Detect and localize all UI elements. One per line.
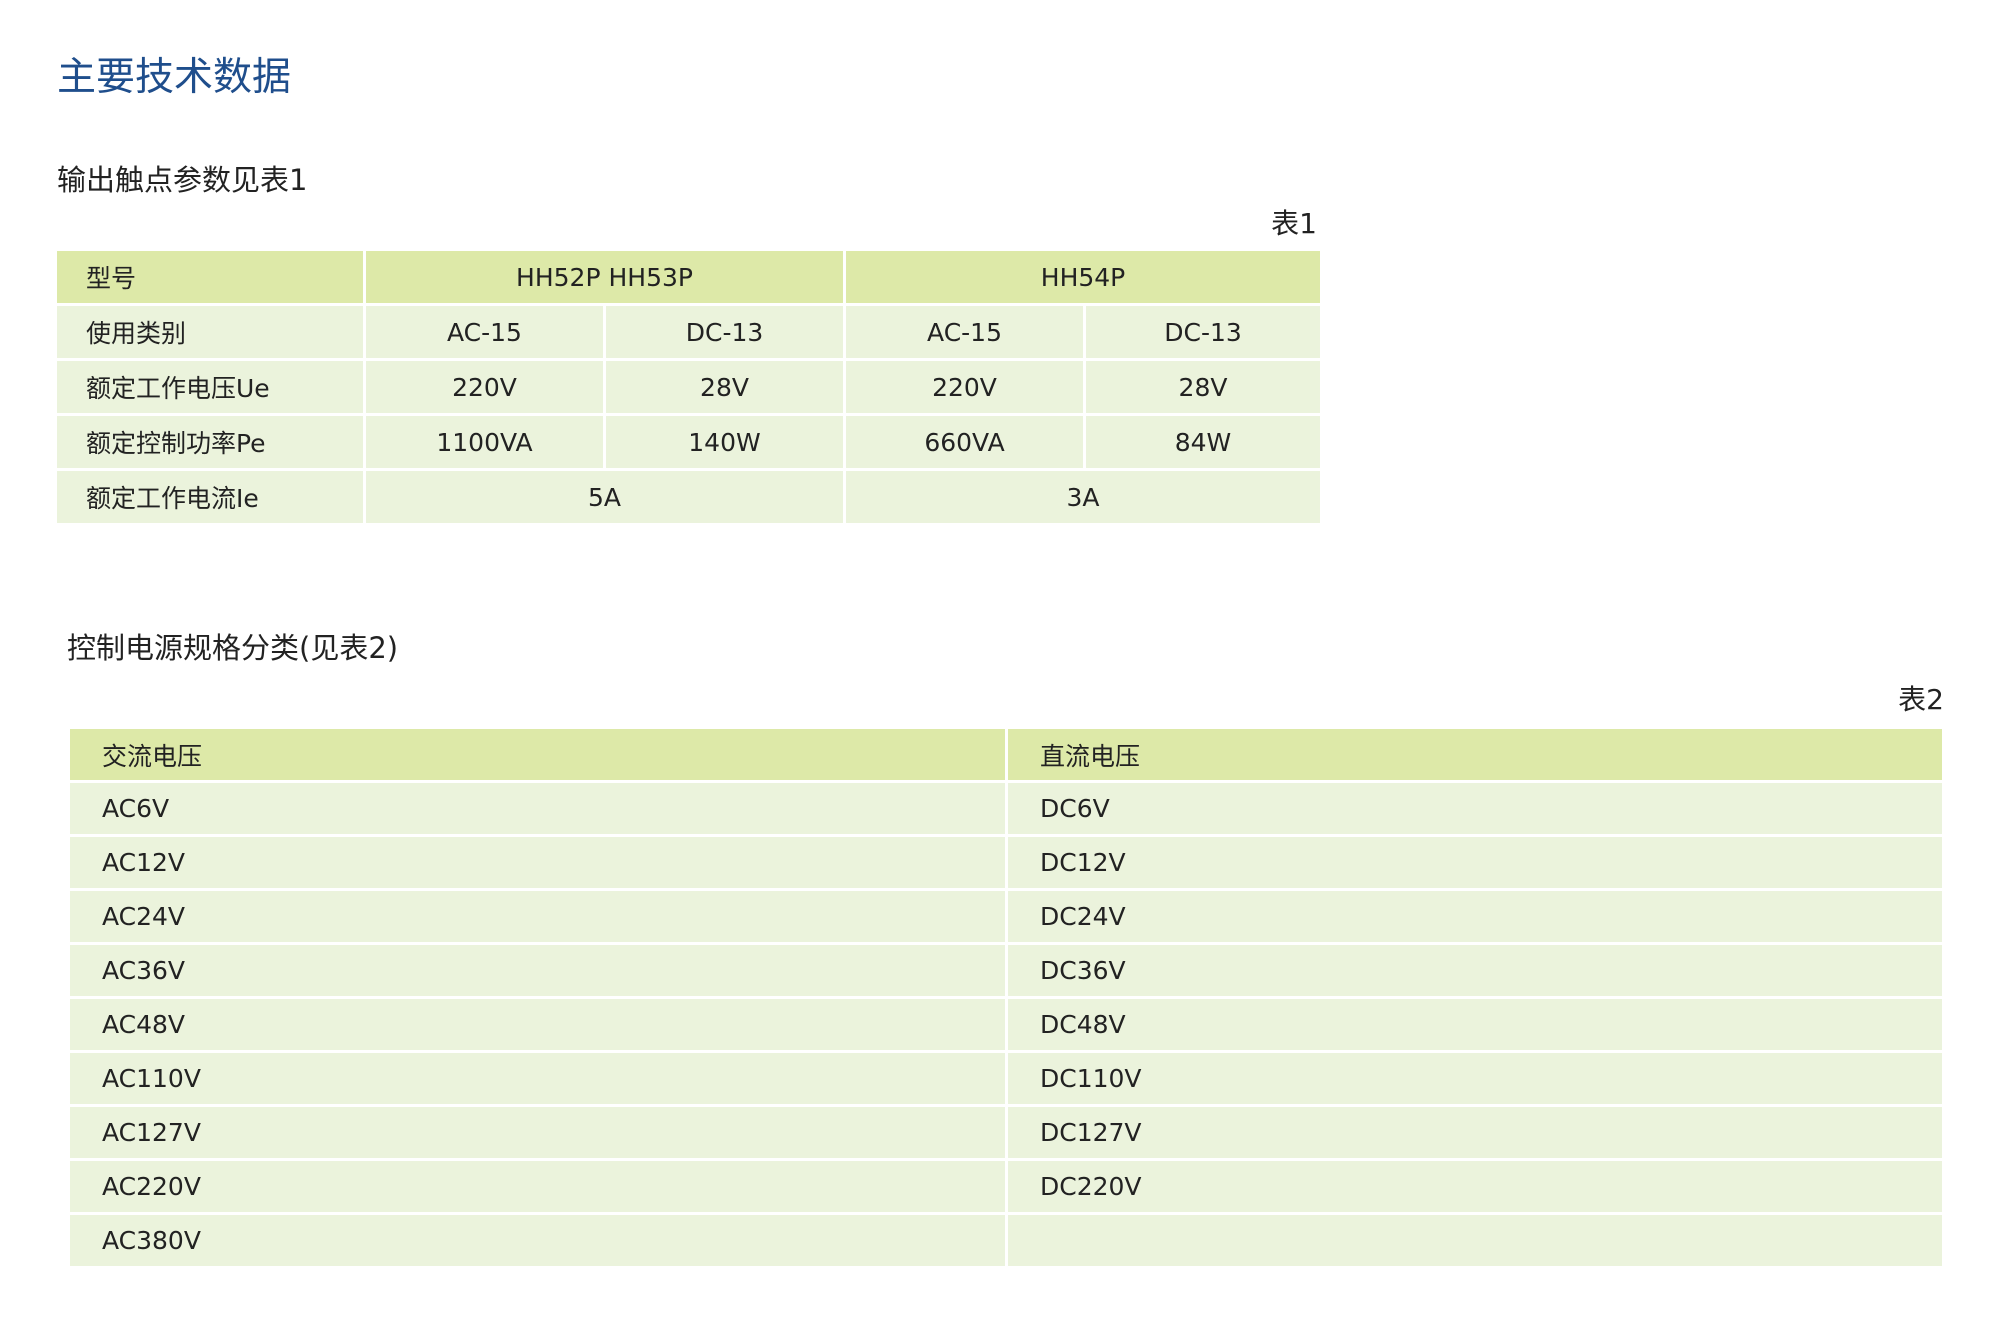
dc-voltage-cell: DC24V: [1008, 891, 1942, 942]
model-hh52p-hh53p: HH52P HH53P: [366, 251, 844, 303]
table-row: AC36V DC36V: [70, 945, 1942, 996]
dc-voltage-cell: DC12V: [1008, 837, 1942, 888]
row-label: 额定工作电流Ie: [57, 471, 363, 523]
table-row: 使用类别 AC-15 DC-13 AC-15 DC-13: [57, 306, 1321, 358]
ac-voltage-cell: AC12V: [70, 837, 1005, 888]
table-cell: 220V: [846, 361, 1084, 413]
table2-header-row: 交流电压 直流电压: [70, 729, 1942, 780]
table-cell: DC-13: [606, 306, 844, 358]
table-row: AC220V DC220V: [70, 1161, 1942, 1212]
column-header-dc: 直流电压: [1008, 729, 1942, 780]
ac-voltage-cell: AC380V: [70, 1215, 1005, 1266]
ac-voltage-cell: AC220V: [70, 1161, 1005, 1212]
table-row: AC48V DC48V: [70, 999, 1942, 1050]
page-title: 主要技术数据: [57, 55, 292, 100]
table-cell: 3A: [846, 471, 1321, 523]
section-heading-contacts: 输出触点参数见表1: [57, 163, 308, 197]
row-label: 额定工作电压Ue: [57, 361, 363, 413]
table-row: 额定控制功率Pe 1100VA 140W 660VA 84W: [57, 416, 1321, 468]
row-label: 额定控制功率Pe: [57, 416, 363, 468]
table-row: AC127V DC127V: [70, 1107, 1942, 1158]
table-cell: 1100VA: [366, 416, 603, 468]
dc-voltage-cell: DC36V: [1008, 945, 1942, 996]
power-supply-table: 交流电压 直流电压 AC6V DC6V AC12V DC12V AC24V DC…: [67, 726, 1945, 1269]
table2-caption: 表2: [1898, 683, 1944, 716]
table-cell: AC-15: [366, 306, 603, 358]
dc-voltage-cell: DC6V: [1008, 783, 1942, 834]
row-label: 使用类别: [57, 306, 363, 358]
table-row: AC110V DC110V: [70, 1053, 1942, 1104]
table-cell: 5A: [366, 471, 844, 523]
section-heading-power-supply: 控制电源规格分类(见表2): [67, 631, 399, 665]
ac-voltage-cell: AC110V: [70, 1053, 1005, 1104]
table-cell: AC-15: [846, 306, 1084, 358]
dc-voltage-cell: DC48V: [1008, 999, 1942, 1050]
table1-header-row: 型号 HH52P HH53P HH54P: [57, 251, 1321, 303]
table-cell: 220V: [366, 361, 603, 413]
column-header-ac: 交流电压: [70, 729, 1005, 780]
table-row: 额定工作电压Ue 220V 28V 220V 28V: [57, 361, 1321, 413]
table-cell: 28V: [606, 361, 844, 413]
dc-voltage-cell: [1008, 1215, 1942, 1266]
contact-parameters-table: 型号 HH52P HH53P HH54P 使用类别 AC-15 DC-13 AC…: [54, 248, 1323, 526]
model-hh54p: HH54P: [846, 251, 1321, 303]
table-row: AC380V: [70, 1215, 1942, 1266]
table-row: AC12V DC12V: [70, 837, 1942, 888]
ac-voltage-cell: AC36V: [70, 945, 1005, 996]
ac-voltage-cell: AC48V: [70, 999, 1005, 1050]
table-row: AC24V DC24V: [70, 891, 1942, 942]
ac-voltage-cell: AC127V: [70, 1107, 1005, 1158]
table-row: AC6V DC6V: [70, 783, 1942, 834]
table-cell: 84W: [1086, 416, 1321, 468]
model-label: 型号: [57, 251, 363, 303]
table-cell: 28V: [1086, 361, 1321, 413]
dc-voltage-cell: DC220V: [1008, 1161, 1942, 1212]
table-cell: 140W: [606, 416, 844, 468]
ac-voltage-cell: AC6V: [70, 783, 1005, 834]
dc-voltage-cell: DC127V: [1008, 1107, 1942, 1158]
table-row: 额定工作电流Ie 5A 3A: [57, 471, 1321, 523]
ac-voltage-cell: AC24V: [70, 891, 1005, 942]
dc-voltage-cell: DC110V: [1008, 1053, 1942, 1104]
table1-caption: 表1: [1271, 207, 1317, 240]
table-cell: 660VA: [846, 416, 1084, 468]
table-cell: DC-13: [1086, 306, 1321, 358]
